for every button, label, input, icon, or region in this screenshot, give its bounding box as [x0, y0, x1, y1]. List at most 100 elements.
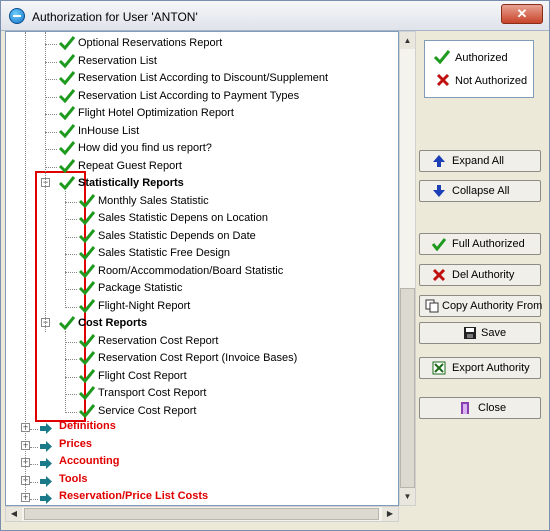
arrow-right-icon [40, 440, 52, 452]
check-icon [433, 50, 451, 65]
arrow-right-icon [40, 423, 52, 434]
tree-guide-line [65, 411, 77, 413]
tree-horizontal-scrollbar[interactable]: ◀ ▶ [5, 506, 399, 522]
tree-item[interactable]: Monthly Sales Statistic [6, 193, 386, 210]
tree-item-label: Reservation/Price List Costs [59, 490, 209, 502]
tree-item[interactable]: Sales Statistic Depends on Date [6, 228, 386, 245]
scroll-left-icon[interactable]: ◀ [6, 507, 22, 521]
tree-guide-line [45, 32, 46, 332]
full-authorized-label: Full Authorized [452, 238, 525, 250]
tree-item[interactable]: Reservation List According to Payment Ty… [6, 88, 386, 105]
copy-authority-from-button[interactable]: Copy Authority From [419, 295, 542, 317]
save-button[interactable]: Save [419, 322, 541, 344]
tree-item-label: Flight Hotel Optimization Report [78, 107, 234, 119]
legend-authorized-label: Authorized [455, 52, 508, 64]
tree-item[interactable]: Sales Statistic Depens on Location [6, 210, 386, 227]
tree-item-label: Optional Reservations Report [78, 37, 223, 49]
tree-item[interactable]: Package Statistic [6, 280, 386, 297]
tree-node-statistically-reports[interactable]: − Statistically Reports [6, 175, 386, 192]
tree-guide-line [45, 44, 57, 45]
check-icon [58, 106, 76, 121]
tree-item-label: InHouse List [78, 124, 140, 137]
tree-guide-line [25, 32, 26, 502]
tree-item[interactable]: InHouse List [6, 123, 386, 140]
expand-all-label: Expand All [452, 155, 504, 167]
tree-guide-line [65, 289, 77, 290]
tree-item[interactable]: Reservation List According to Discount/S… [6, 70, 386, 87]
tree-item-label: Repeat Guest Report [78, 159, 182, 172]
authorization-legend: Authorized Not Authorized [424, 40, 534, 98]
tree-guide-line [65, 254, 77, 255]
tree-guide-line [30, 446, 38, 448]
collapse-all-button[interactable]: Collapse All [419, 180, 541, 202]
export-authority-button[interactable]: Export Authority [419, 357, 541, 379]
tree-item-label: Reservation List [78, 54, 157, 67]
scroll-down-icon[interactable]: ▼ [400, 488, 415, 505]
window-close-button[interactable]: ✕ [501, 4, 543, 24]
hscroll-thumb[interactable] [24, 508, 379, 520]
tree-node-category[interactable]: + Reservation/Price List Costs [6, 490, 386, 505]
x-mark-icon [432, 268, 446, 282]
tree-guide-line [65, 376, 77, 378]
tree-item-label: Statistically Reports [78, 177, 184, 189]
tree-node-category[interactable]: + Tools [6, 473, 386, 490]
tree-item[interactable]: Reservation Cost Report (Invoice Bases) [6, 350, 386, 367]
tree-node-category[interactable]: + Definitions [6, 420, 386, 437]
tree-node-category[interactable]: + Accounting [6, 455, 386, 472]
tree-guide-line [65, 394, 77, 395]
check-icon [58, 123, 76, 138]
del-authority-button[interactable]: Del Authority [419, 264, 541, 286]
check-icon [78, 351, 96, 366]
tree-item[interactable]: Transport Cost Report [6, 385, 386, 402]
tree-node-category[interactable]: + Prices [6, 438, 386, 455]
scroll-thumb[interactable] [400, 288, 415, 488]
tree-item-label: Sales Statistic Depens on Location [98, 212, 268, 224]
arrow-right-icon [40, 493, 52, 504]
authorization-tree[interactable]: Optional Reservations Report Reservation … [5, 31, 399, 506]
export-authority-label: Export Authority [452, 362, 530, 374]
floppy-disk-icon [464, 327, 476, 339]
tree-guide-line [45, 166, 57, 168]
check-icon [78, 403, 96, 418]
scroll-up-icon[interactable]: ▲ [400, 32, 415, 49]
check-icon [78, 263, 96, 278]
full-authorized-button[interactable]: Full Authorized [419, 233, 541, 255]
window-title: Authorization for User 'ANTON' [32, 10, 198, 24]
arrow-right-icon [40, 458, 52, 469]
authorization-window: Authorization for User 'ANTON' ✕ Optiona… [0, 0, 550, 531]
tree-item-label: Reservation Cost Report (Invoice Bases) [98, 352, 298, 364]
tree-vertical-scrollbar[interactable]: ▲ ▼ [399, 31, 416, 506]
legend-authorized: Authorized [431, 49, 531, 67]
legend-not-authorized-label: Not Authorized [455, 75, 528, 87]
expand-all-button[interactable]: Expand All [419, 150, 541, 172]
tree-item-label: Definitions [59, 420, 116, 432]
close-button[interactable]: Close [419, 397, 541, 419]
tree-item[interactable]: Flight Hotel Optimization Report [6, 105, 386, 122]
tree-item[interactable]: Flight-Night Report [6, 298, 386, 315]
tree-item[interactable]: Repeat Guest Report [6, 158, 386, 175]
check-icon [432, 238, 446, 251]
check-icon [78, 211, 96, 226]
check-icon [58, 316, 76, 331]
tree-item[interactable]: Reservation List [6, 53, 386, 70]
del-authority-label: Del Authority [452, 269, 515, 281]
save-label: Save [481, 327, 507, 339]
tree-node-cost-reports[interactable]: − Cost Reports [6, 315, 386, 332]
tree-guide-line [45, 61, 57, 63]
tree-item[interactable]: Service Cost Report [6, 403, 386, 420]
tree-item[interactable]: Flight Cost Report [6, 368, 386, 385]
tree-item[interactable]: Optional Reservations Report [6, 35, 386, 52]
tree-item[interactable]: How did you find us report? [6, 140, 386, 157]
check-icon [58, 158, 76, 173]
tree-item[interactable]: Sales Statistic Free Design [6, 245, 386, 262]
scroll-right-icon[interactable]: ▶ [382, 507, 398, 521]
check-icon [78, 333, 96, 348]
tree-item[interactable]: Reservation Cost Report [6, 333, 386, 350]
tree-item-label: Accounting [59, 455, 120, 467]
tree-item-label: Cost Reports [78, 317, 148, 329]
tree-guide-line [65, 306, 77, 308]
tree-item[interactable]: Room/Accommodation/Board Statistic [6, 263, 386, 280]
excel-export-icon [432, 361, 446, 375]
check-icon [78, 281, 96, 296]
check-icon [78, 298, 96, 313]
